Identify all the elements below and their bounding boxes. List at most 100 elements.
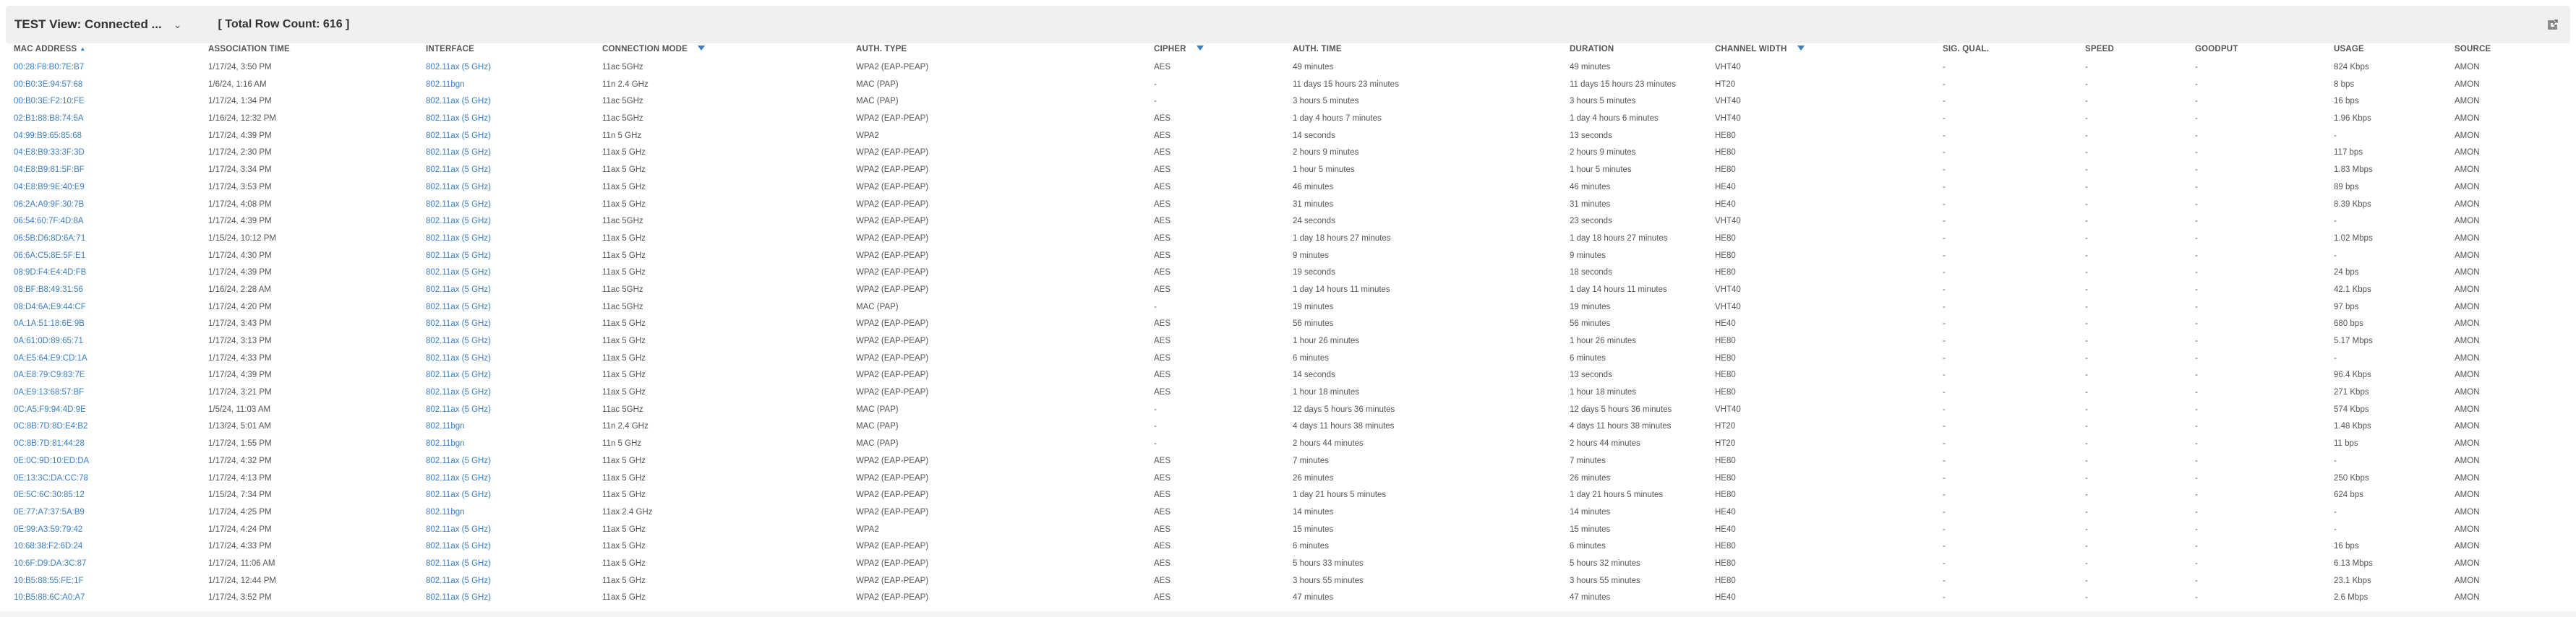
column-header-duration[interactable]: DURATION bbox=[1570, 45, 1614, 53]
column-header-goodput[interactable]: GOODPUT bbox=[2195, 45, 2238, 53]
cell-mac-address[interactable]: 02:B1:88:B8:74:5A bbox=[14, 114, 84, 123]
table-row[interactable]: 0A:E9:13:68:57:BF 1/17/24, 3:21 PM 802.11a… bbox=[0, 384, 2576, 402]
table-row[interactable]: 0E:5C:6C:30:85:12 1/15/24, 7:34 PM 802.11a… bbox=[0, 487, 2576, 504]
column-header-cipher[interactable]: CIPHER bbox=[1154, 45, 1204, 53]
table-row[interactable]: 0A:61:0D:89:65:71 1/17/24, 3:13 PM 802.11a… bbox=[0, 333, 2576, 350]
cell-interface[interactable]: 802.11ax (5 GHz) bbox=[426, 457, 491, 465]
table-row[interactable]: 04:E8:B9:9E:40:E9 1/17/24, 3:53 PM 802.11a… bbox=[0, 179, 2576, 197]
view-title[interactable]: TEST View: Connected ... bbox=[14, 17, 162, 32]
table-row[interactable]: 08:D4:6A:E9:44:CF 1/17/24, 4:20 PM 802.11a… bbox=[0, 299, 2576, 316]
cell-interface[interactable]: 802.11ax (5 GHz) bbox=[426, 559, 491, 568]
column-header-interface[interactable]: INTERFACE bbox=[426, 45, 474, 53]
cell-mac-address[interactable]: 0C:A5:F9:94:4D:9E bbox=[14, 405, 86, 414]
cell-interface[interactable]: 802.11bgn bbox=[426, 422, 465, 431]
cell-interface[interactable]: 802.11ax (5 GHz) bbox=[426, 165, 491, 174]
cell-mac-address[interactable]: 06:54:60:7F:4D:8A bbox=[14, 217, 84, 225]
column-header-auth-type[interactable]: AUTH. TYPE bbox=[856, 45, 907, 53]
column-header-auth-time[interactable]: AUTH. TIME bbox=[1293, 45, 1342, 53]
cell-interface[interactable]: 802.11ax (5 GHz) bbox=[426, 285, 491, 294]
cell-interface[interactable]: 802.11ax (5 GHz) bbox=[426, 388, 491, 397]
table-row[interactable]: 00:B0:3E:F2:10:FE 1/17/24, 1:34 PM 802.11a… bbox=[0, 93, 2576, 111]
cell-interface[interactable]: 802.11ax (5 GHz) bbox=[426, 354, 491, 363]
table-row[interactable]: 10:B5:88:6C:A0:A7 1/17/24, 3:52 PM 802.11a… bbox=[0, 590, 2576, 607]
cell-mac-address[interactable]: 00:B0:3E:F2:10:FE bbox=[14, 97, 85, 105]
export-icon[interactable] bbox=[2546, 17, 2560, 32]
cell-mac-address[interactable]: 04:E8:B9:81:5F:BF bbox=[14, 165, 85, 174]
table-row[interactable]: 0E:0C:9D:10:ED:DA 1/17/24, 4:32 PM 802.11a… bbox=[0, 453, 2576, 470]
table-row[interactable]: 0A:1A:51:18:6E:9B 1/17/24, 3:43 PM 802.11a… bbox=[0, 316, 2576, 333]
cell-mac-address[interactable]: 10:6F:D9:DA:3C:87 bbox=[14, 559, 86, 568]
cell-mac-address[interactable]: 06:6A:C5:8E:5F:E1 bbox=[14, 251, 85, 260]
cell-mac-address[interactable]: 06:2A:A9:9F:30:7B bbox=[14, 200, 84, 209]
table-row[interactable]: 04:E8:B9:81:5F:BF 1/17/24, 3:34 PM 802.11a… bbox=[0, 162, 2576, 179]
cell-mac-address[interactable]: 0E:5C:6C:30:85:12 bbox=[14, 491, 85, 499]
cell-interface[interactable]: 802.11bgn bbox=[426, 80, 465, 89]
cell-interface[interactable]: 802.11ax (5 GHz) bbox=[426, 525, 491, 534]
cell-interface[interactable]: 802.11ax (5 GHz) bbox=[426, 542, 491, 551]
cell-interface[interactable]: 802.11ax (5 GHz) bbox=[426, 319, 491, 328]
cell-mac-address[interactable]: 08:9D:F4:E4:4D:FB bbox=[14, 268, 86, 277]
cell-mac-address[interactable]: 10:B5:88:55:FE:1F bbox=[14, 577, 84, 585]
cell-interface[interactable]: 802.11ax (5 GHz) bbox=[426, 63, 491, 72]
column-header-source[interactable]: SOURCE bbox=[2455, 45, 2491, 53]
cell-interface[interactable]: 802.11ax (5 GHz) bbox=[426, 200, 491, 209]
cell-interface[interactable]: 802.11ax (5 GHz) bbox=[426, 217, 491, 225]
cell-mac-address[interactable]: 0C:8B:7D:81:44:28 bbox=[14, 439, 85, 448]
cell-mac-address[interactable]: 0E:99:A3:59:79:42 bbox=[14, 525, 82, 534]
filter-icon[interactable] bbox=[1797, 46, 1805, 51]
cell-mac-address[interactable]: 0E:77:A7:37:5A:B9 bbox=[14, 508, 85, 517]
cell-interface[interactable]: 802.11ax (5 GHz) bbox=[426, 131, 491, 140]
table-row[interactable]: 06:6A:C5:8E:5F:E1 1/17/24, 4:30 PM 802.11a… bbox=[0, 248, 2576, 265]
filter-icon[interactable] bbox=[698, 46, 705, 51]
cell-interface[interactable]: 802.11ax (5 GHz) bbox=[426, 371, 491, 379]
cell-mac-address[interactable]: 0A:E8:79:C9:83:7E bbox=[14, 371, 85, 379]
table-row[interactable]: 0C:8B:7D:8D:E4:B2 1/13/24, 5:01 AM 802.11b… bbox=[0, 418, 2576, 436]
cell-mac-address[interactable]: 04:E8:B9:33:3F:3D bbox=[14, 148, 85, 157]
cell-interface[interactable]: 802.11ax (5 GHz) bbox=[426, 114, 491, 123]
table-row[interactable]: 08:BF:B8:49:31:56 1/16/24, 2:28 AM 802.11a… bbox=[0, 282, 2576, 299]
table-row[interactable]: 00:B0:3E:94:57:68 1/6/24, 1:16 AM 802.11bg… bbox=[0, 77, 2576, 94]
cell-interface[interactable]: 802.11ax (5 GHz) bbox=[426, 148, 491, 157]
cell-mac-address[interactable]: 0C:8B:7D:8D:E4:B2 bbox=[14, 422, 87, 431]
cell-interface[interactable]: 802.11ax (5 GHz) bbox=[426, 251, 491, 260]
table-row[interactable]: 0C:A5:F9:94:4D:9E 1/5/24, 11:03 AM 802.11a… bbox=[0, 402, 2576, 419]
cell-interface[interactable]: 802.11ax (5 GHz) bbox=[426, 97, 491, 105]
cell-mac-address[interactable]: 04:E8:B9:9E:40:E9 bbox=[14, 183, 85, 191]
table-row[interactable]: 10:6F:D9:DA:3C:87 1/17/24, 11:06 AM 802.11… bbox=[0, 556, 2576, 573]
table-row[interactable]: 0C:8B:7D:81:44:28 1/17/24, 1:55 PM 802.11b… bbox=[0, 436, 2576, 453]
horizontal-scrollbar[interactable] bbox=[0, 611, 2576, 617]
cell-interface[interactable]: 802.11bgn bbox=[426, 508, 465, 517]
cell-mac-address[interactable]: 10:68:38:F2:6D:24 bbox=[14, 542, 82, 551]
cell-interface[interactable]: 802.11ax (5 GHz) bbox=[426, 593, 491, 602]
cell-mac-address[interactable]: 00:28:F8:B0:7E:B7 bbox=[14, 63, 84, 72]
table-row[interactable]: 0E:99:A3:59:79:42 1/17/24, 4:24 PM 802.11a… bbox=[0, 522, 2576, 539]
cell-mac-address[interactable]: 0E:13:3C:DA:CC:78 bbox=[14, 474, 88, 483]
cell-mac-address[interactable]: 00:B0:3E:94:57:68 bbox=[14, 80, 82, 89]
column-header-channel-width[interactable]: CHANNEL WIDTH bbox=[1715, 45, 1805, 53]
cell-mac-address[interactable]: 08:BF:B8:49:31:56 bbox=[14, 285, 83, 294]
table-row[interactable]: 08:9D:F4:E4:4D:FB 1/17/24, 4:39 PM 802.11a… bbox=[0, 264, 2576, 282]
column-header-connection-mode[interactable]: CONNECTION MODE bbox=[602, 45, 705, 53]
cell-interface[interactable]: 802.11ax (5 GHz) bbox=[426, 337, 491, 345]
cell-interface[interactable]: 802.11ax (5 GHz) bbox=[426, 268, 491, 277]
table-row[interactable]: 0A:E8:79:C9:83:7E 1/17/24, 4:39 PM 802.11a… bbox=[0, 367, 2576, 384]
cell-interface[interactable]: 802.11ax (5 GHz) bbox=[426, 303, 491, 311]
table-row[interactable]: 0A:E5:64:E9:CD:1A 1/17/24, 4:33 PM 802.11a… bbox=[0, 350, 2576, 368]
table-row[interactable]: 04:E8:B9:33:3F:3D 1/17/24, 2:30 PM 802.11a… bbox=[0, 144, 2576, 162]
table-row[interactable]: 06:2A:A9:9F:30:7B 1/17/24, 4:08 PM 802.11a… bbox=[0, 197, 2576, 214]
table-row[interactable]: 02:B1:88:B8:74:5A 1/16/24, 12:32 PM 802.11… bbox=[0, 111, 2576, 128]
cell-mac-address[interactable]: 0A:61:0D:89:65:71 bbox=[14, 337, 83, 345]
table-row[interactable]: 10:68:38:F2:6D:24 1/17/24, 4:33 PM 802.11a… bbox=[0, 538, 2576, 556]
table-row[interactable]: 06:54:60:7F:4D:8A 1/17/24, 4:39 PM 802.11a… bbox=[0, 213, 2576, 230]
filter-icon[interactable] bbox=[1196, 46, 1204, 51]
cell-mac-address[interactable]: 0A:E9:13:68:57:BF bbox=[14, 388, 84, 397]
cell-interface[interactable]: 802.11ax (5 GHz) bbox=[426, 491, 491, 499]
cell-mac-address[interactable]: 10:B5:88:6C:A0:A7 bbox=[14, 593, 85, 602]
table-row[interactable]: 04:99:B9:65:85:68 1/17/24, 4:39 PM 802.11a… bbox=[0, 128, 2576, 145]
cell-interface[interactable]: 802.11ax (5 GHz) bbox=[426, 405, 491, 414]
table-row[interactable]: 0E:77:A7:37:5A:B9 1/17/24, 4:25 PM 802.11b… bbox=[0, 504, 2576, 522]
table-row[interactable]: 0E:13:3C:DA:CC:78 1/17/24, 4:13 PM 802.11a… bbox=[0, 470, 2576, 488]
column-header-association-time[interactable]: ASSOCIATION TIME bbox=[208, 45, 290, 53]
column-header-mac-address[interactable]: MAC ADDRESS bbox=[14, 45, 86, 53]
cell-mac-address[interactable]: 04:99:B9:65:85:68 bbox=[14, 131, 82, 140]
